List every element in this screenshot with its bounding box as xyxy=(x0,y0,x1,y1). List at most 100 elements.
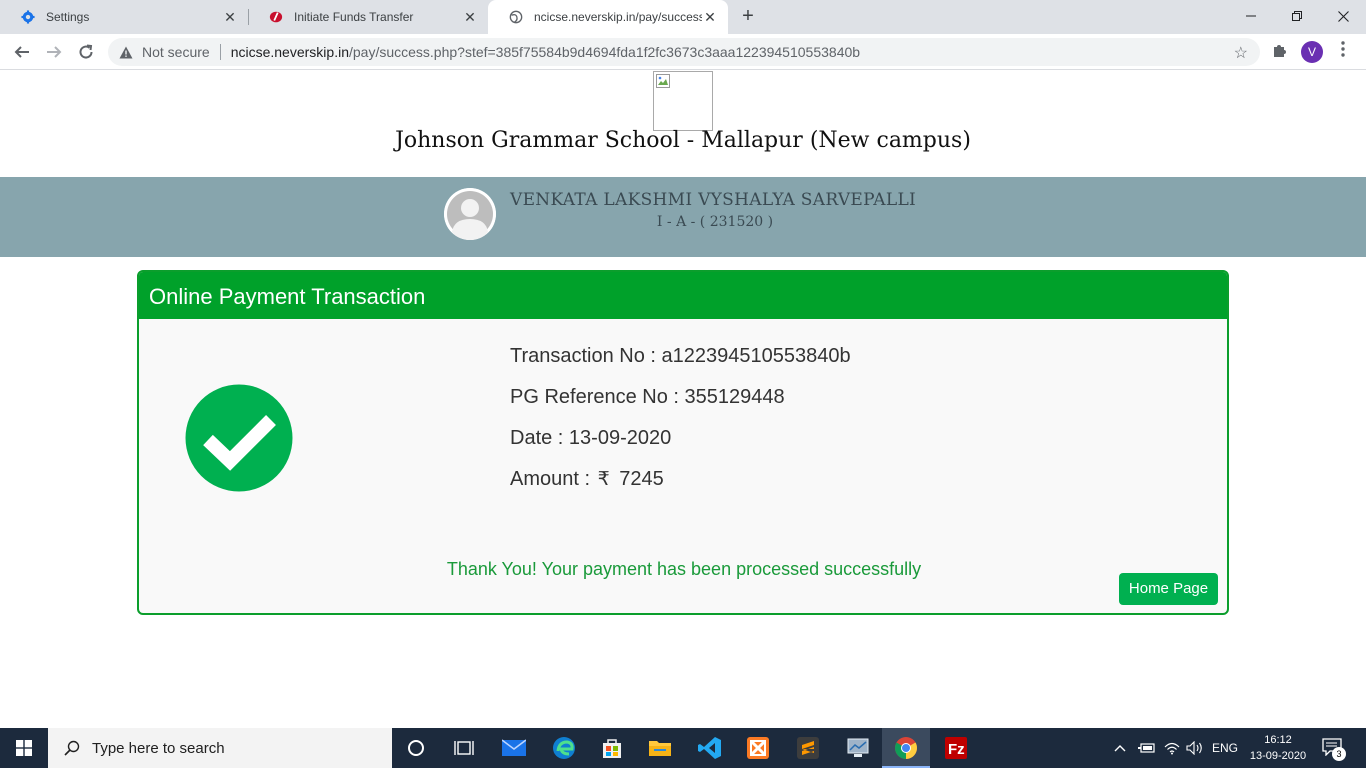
filezilla-app[interactable]: Fz xyxy=(932,728,980,768)
back-button[interactable] xyxy=(10,40,34,64)
tab-title: Settings xyxy=(46,10,90,24)
show-hidden-icons-button[interactable] xyxy=(1114,728,1126,768)
page-content: Johnson Grammar School - Mallapur (New c… xyxy=(0,70,1366,728)
panel-title: Online Payment Transaction xyxy=(149,284,426,309)
taskbar-clock[interactable]: 16:12 13-09-2020 xyxy=(1246,732,1310,764)
battery-status[interactable] xyxy=(1138,728,1156,768)
close-window-button[interactable] xyxy=(1320,0,1366,32)
monitor-icon xyxy=(847,738,869,757)
search-icon xyxy=(62,738,82,758)
pg-reference-row: PG Reference No : 355129448 xyxy=(510,386,785,409)
wifi-status[interactable] xyxy=(1164,728,1180,768)
mail-icon xyxy=(502,739,526,756)
home-page-button[interactable]: Home Page xyxy=(1119,573,1218,605)
student-name: VENKATA LAKSHMI VYSHALYA SARVEPALLI xyxy=(510,190,917,210)
xampp-app[interactable] xyxy=(734,728,782,768)
date-value: 13-09-2020 xyxy=(568,427,672,449)
new-tab-button[interactable]: + xyxy=(737,6,759,28)
taskbar-search[interactable]: Type here to search xyxy=(48,728,392,768)
student-info-band: VENKATA LAKSHMI VYSHALYA SARVEPALLI I - … xyxy=(0,177,1366,257)
broken-image-icon xyxy=(656,74,670,88)
volume-status[interactable] xyxy=(1186,728,1204,768)
sublime-text-app[interactable] xyxy=(784,728,832,768)
student-class: I - A - ( 231520 ) xyxy=(656,214,774,230)
file-explorer-app[interactable] xyxy=(636,728,684,768)
amount-row: Amount : ₹ 7245 xyxy=(510,468,664,491)
user-silhouette-icon xyxy=(444,188,496,240)
restore-icon xyxy=(1292,11,1302,21)
edge-browser[interactable] xyxy=(540,728,588,768)
payment-transaction-panel: Online Payment Transaction Transaction N… xyxy=(137,270,1229,615)
vscode-app[interactable] xyxy=(686,728,734,768)
pg-reference-value: 355129448 xyxy=(684,386,785,408)
transaction-number-row: Transaction No : a122394510553840b xyxy=(510,345,851,368)
notification-count-badge: 3 xyxy=(1332,747,1346,761)
folder-icon xyxy=(649,741,671,756)
amount-value: 7245 xyxy=(619,468,664,490)
tab-payment-success[interactable]: ncicse.neverskip.in/pay/success.p ✕ xyxy=(488,0,728,34)
school-logo-broken-image xyxy=(653,71,713,131)
date-label: Date : xyxy=(510,427,569,449)
globe-icon xyxy=(508,9,524,25)
school-name: Johnson Grammar School - Mallapur (New c… xyxy=(395,128,971,153)
tab-settings[interactable]: Settings ✕ xyxy=(0,0,248,34)
success-message: Thank You! Your payment has been process… xyxy=(446,559,922,579)
battery-plug-icon xyxy=(1138,743,1155,753)
rupee-icon: ₹ xyxy=(597,468,610,490)
mail-app[interactable] xyxy=(490,728,538,768)
chrome-app[interactable] xyxy=(882,728,930,768)
tab-title: ncicse.neverskip.in/pay/success.p xyxy=(534,10,702,24)
reload-icon xyxy=(79,44,93,59)
reload-button[interactable] xyxy=(74,40,98,64)
gear-icon xyxy=(20,9,36,25)
filezilla-icon: Fz xyxy=(945,737,967,759)
warning-icon[interactable] xyxy=(118,44,134,60)
close-tab-icon[interactable]: ✕ xyxy=(702,9,718,25)
clock-date: 13-09-2020 xyxy=(1249,750,1307,762)
chevron-up-icon xyxy=(1114,745,1126,752)
sublime-icon xyxy=(797,737,819,759)
pc-app[interactable] xyxy=(834,728,882,768)
security-label: Not secure xyxy=(142,44,210,60)
svg-text:Fz: Fz xyxy=(948,741,965,758)
task-view-button[interactable] xyxy=(440,728,488,768)
browser-menu-icon[interactable] xyxy=(1336,41,1350,63)
omnibox-divider xyxy=(219,44,221,60)
forward-button[interactable] xyxy=(42,40,66,64)
action-center-button[interactable]: 3 xyxy=(1322,738,1346,761)
address-bar[interactable]: Not secure ncicse.neverskip.in/pay/succe… xyxy=(108,38,1260,66)
student-avatar xyxy=(444,188,496,240)
pg-reference-label: PG Reference No : xyxy=(510,386,685,408)
tab-title: Initiate Funds Transfer xyxy=(294,10,414,24)
close-icon xyxy=(1337,10,1349,22)
minimize-button[interactable] xyxy=(1228,0,1274,32)
cortana-button[interactable] xyxy=(392,728,440,768)
bookmark-star-icon[interactable]: ☆ xyxy=(1234,43,1248,63)
bank-logo-icon xyxy=(268,9,284,25)
amount-label: Amount : xyxy=(510,468,596,490)
panel-header: Online Payment Transaction xyxy=(139,272,1227,319)
windows-logo-icon xyxy=(16,740,32,756)
close-tab-icon[interactable]: ✕ xyxy=(462,9,478,25)
start-button[interactable] xyxy=(0,728,48,768)
edge-icon xyxy=(553,737,575,759)
url-host: ncicse.neverskip.in xyxy=(230,44,349,60)
store-app[interactable] xyxy=(588,728,636,768)
close-tab-icon[interactable]: ✕ xyxy=(222,9,238,25)
cortana-circle-icon xyxy=(408,740,424,756)
profile-avatar[interactable]: V xyxy=(1301,41,1323,63)
restore-button[interactable] xyxy=(1274,0,1320,32)
date-row: Date : 13-09-2020 xyxy=(510,427,671,450)
browser-tab-strip: Settings ✕ Initiate Funds Transfer ✕ nci… xyxy=(0,0,1366,34)
language-indicator[interactable]: ENG xyxy=(1212,728,1238,768)
tab-initiate-funds-transfer[interactable]: Initiate Funds Transfer ✕ xyxy=(248,0,488,34)
extensions-puzzle-icon[interactable] xyxy=(1268,42,1290,64)
transaction-number-value: a122394510553840b xyxy=(661,345,851,367)
vscode-icon xyxy=(698,737,721,759)
browser-toolbar: Not secure ncicse.neverskip.in/pay/succe… xyxy=(0,34,1366,70)
url-path: /pay/success.php?stef=385f75584b9d4694fd… xyxy=(348,44,861,60)
speaker-icon xyxy=(1186,741,1202,755)
transaction-number-label: Transaction No : xyxy=(510,345,662,367)
chrome-icon xyxy=(895,737,917,759)
task-view-icon xyxy=(454,741,474,755)
